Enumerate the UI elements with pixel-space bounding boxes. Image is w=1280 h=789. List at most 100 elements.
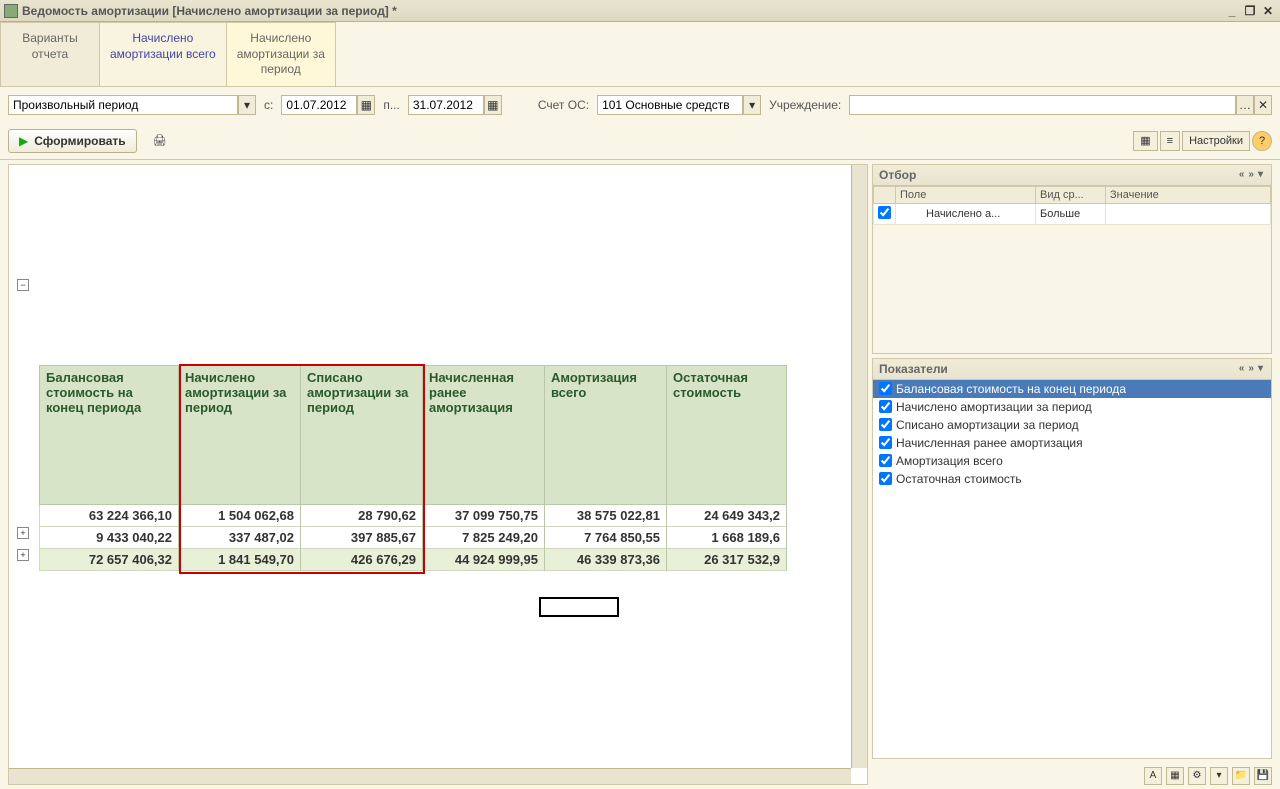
indicator-checkbox[interactable]: [879, 382, 892, 395]
filter-prev-button[interactable]: «: [1237, 169, 1247, 180]
indicator-checkbox[interactable]: [879, 472, 892, 485]
filter-next-button[interactable]: »: [1246, 169, 1256, 180]
close-button[interactable]: ✕: [1260, 4, 1276, 18]
data-cell[interactable]: 63 224 366,10: [39, 505, 178, 527]
date-to-picker[interactable]: ▦: [484, 95, 502, 115]
data-cell[interactable]: 397 885,67: [301, 527, 422, 549]
column-header[interactable]: Остаточная стоимость: [667, 365, 786, 505]
column-header[interactable]: Начисленная ранее амортизация: [423, 365, 544, 505]
date-to-input[interactable]: [408, 95, 484, 115]
foot-btn-4[interactable]: ▾: [1210, 767, 1228, 785]
data-cell[interactable]: 37 099 750,75: [423, 505, 544, 527]
play-icon: ▶: [19, 134, 28, 148]
indicator-row[interactable]: Начислено амортизации за период: [873, 398, 1271, 416]
filter-row[interactable]: Начислено а... Больше: [874, 203, 1271, 224]
org-select-button[interactable]: …: [1236, 95, 1254, 115]
indicator-checkbox[interactable]: [879, 418, 892, 431]
account-combo[interactable]: ▾: [597, 95, 761, 115]
filter-panel-title: Отбор: [879, 168, 916, 182]
column-header[interactable]: Списано амортизации за период: [301, 365, 422, 505]
date-from-picker[interactable]: ▦: [357, 95, 375, 115]
filter-row-cond[interactable]: Больше: [1036, 203, 1106, 224]
data-cell[interactable]: 28 790,62: [301, 505, 422, 527]
foot-btn-5[interactable]: 📁: [1232, 767, 1250, 785]
column-3: Начисленная ранее амортизация37 099 750,…: [423, 365, 545, 571]
form-button[interactable]: ▶ Сформировать: [8, 129, 137, 153]
expand-row-2[interactable]: +: [17, 549, 29, 561]
data-cell[interactable]: 26 317 532,9: [667, 549, 786, 571]
date-from-input[interactable]: [281, 95, 357, 115]
data-cell[interactable]: 337 487,02: [179, 527, 300, 549]
period-type-dropdown[interactable]: ▾: [238, 95, 256, 115]
report-area: − + + Балансовая стоимость на конец пери…: [8, 164, 868, 785]
minimize-button[interactable]: _: [1224, 4, 1240, 18]
tab-variants[interactable]: Варианты отчета: [0, 22, 100, 86]
column-header[interactable]: Амортизация всего: [545, 365, 666, 505]
collapse-all-button[interactable]: −: [17, 279, 29, 291]
data-cell[interactable]: 7 825 249,20: [423, 527, 544, 549]
data-cell[interactable]: 7 764 850,55: [545, 527, 666, 549]
foot-btn-6[interactable]: 💾: [1254, 767, 1272, 785]
panel-toggle-1[interactable]: ▦: [1133, 131, 1157, 151]
org-input[interactable]: [849, 95, 1236, 115]
foot-btn-1[interactable]: A: [1144, 767, 1162, 785]
vertical-scrollbar[interactable]: [851, 165, 867, 768]
date-to[interactable]: ▦: [408, 95, 502, 115]
indicator-checkbox[interactable]: [879, 454, 892, 467]
column-2: Списано амортизации за период28 790,6239…: [301, 365, 423, 571]
maximize-button[interactable]: ❐: [1242, 4, 1258, 18]
data-cell[interactable]: 1 668 189,6: [667, 527, 786, 549]
outline-gutter: − + +: [9, 165, 37, 768]
filter-menu-button[interactable]: ▾: [1256, 169, 1265, 180]
footer-buttons: A ▦ ⚙ ▾ 📁 💾: [872, 763, 1272, 785]
data-cell[interactable]: 1 504 062,68: [179, 505, 300, 527]
print-icon-button[interactable]: 🖨: [147, 131, 173, 151]
panel-toggle-2[interactable]: ≡: [1160, 131, 1180, 151]
data-cell[interactable]: 46 339 873,36: [545, 549, 666, 571]
indicator-row[interactable]: Начисленная ранее амортизация: [873, 434, 1271, 452]
filter-col-value[interactable]: Значение: [1106, 186, 1271, 203]
app-icon: [4, 4, 18, 18]
data-cell[interactable]: 44 924 999,95: [423, 549, 544, 571]
account-input[interactable]: [597, 95, 743, 115]
horizontal-scrollbar[interactable]: [9, 768, 851, 784]
ind-next-button[interactable]: »: [1246, 363, 1256, 374]
data-cell[interactable]: 1 841 549,70: [179, 549, 300, 571]
filter-col-field[interactable]: Поле: [896, 186, 1036, 203]
help-button[interactable]: ?: [1252, 131, 1272, 151]
org-combo[interactable]: … ✕: [849, 95, 1272, 115]
filter-row-value[interactable]: [1106, 203, 1271, 224]
indicator-row[interactable]: Балансовая стоимость на конец периода: [873, 380, 1271, 398]
indicator-checkbox[interactable]: [879, 436, 892, 449]
tab-period-amort[interactable]: Начислено амортизации за период: [226, 22, 336, 86]
data-cell[interactable]: 72 657 406,32: [39, 549, 178, 571]
foot-btn-3[interactable]: ⚙: [1188, 767, 1206, 785]
data-cell[interactable]: 24 649 343,2: [667, 505, 786, 527]
indicator-row[interactable]: Остаточная стоимость: [873, 470, 1271, 488]
indicator-checkbox[interactable]: [879, 400, 892, 413]
cell-cursor: [539, 597, 619, 617]
org-clear-button[interactable]: ✕: [1254, 95, 1272, 115]
foot-btn-2[interactable]: ▦: [1166, 767, 1184, 785]
date-from[interactable]: ▦: [281, 95, 375, 115]
filter-col-cond[interactable]: Вид ср...: [1036, 186, 1106, 203]
account-dropdown[interactable]: ▾: [743, 95, 761, 115]
filter-table: Поле Вид ср... Значение Начислено а... Б…: [873, 186, 1271, 225]
period-type-combo[interactable]: ▾: [8, 95, 256, 115]
indicator-row[interactable]: Амортизация всего: [873, 452, 1271, 470]
period-type-input[interactable]: [8, 95, 238, 115]
filter-row-check[interactable]: [878, 206, 891, 219]
column-0: Балансовая стоимость на конец периода63 …: [39, 365, 179, 571]
data-cell[interactable]: 426 676,29: [301, 549, 422, 571]
data-cell[interactable]: 9 433 040,22: [39, 527, 178, 549]
data-cell[interactable]: 38 575 022,81: [545, 505, 666, 527]
filter-row-field[interactable]: Начислено а...: [896, 203, 1036, 224]
column-header[interactable]: Начислено амортизации за период: [179, 365, 300, 505]
settings-button[interactable]: Настройки: [1182, 131, 1250, 151]
indicator-row[interactable]: Списано амортизации за период: [873, 416, 1271, 434]
tab-total-amort[interactable]: Начислено амортизации всего: [99, 22, 227, 86]
ind-prev-button[interactable]: «: [1237, 363, 1247, 374]
ind-menu-button[interactable]: ▾: [1256, 363, 1265, 374]
expand-row-1[interactable]: +: [17, 527, 29, 539]
column-header[interactable]: Балансовая стоимость на конец периода: [39, 365, 178, 505]
